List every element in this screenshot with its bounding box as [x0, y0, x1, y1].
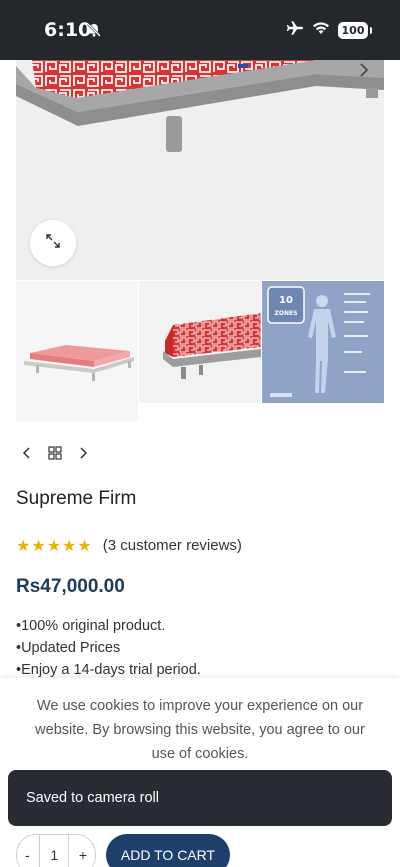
product-price: Rs47,000.00 — [16, 576, 125, 597]
status-bar: 6:10 100 — [0, 0, 400, 60]
bell-off-icon — [86, 22, 102, 38]
decrement-button[interactable]: - — [25, 847, 30, 863]
airplane-icon — [286, 20, 304, 41]
rating-row: ★★★★★ (3 customer reviews) — [16, 536, 242, 555]
increment-button[interactable]: + — [79, 847, 87, 863]
add-to-cart-button[interactable]: ADD TO CART — [106, 834, 230, 867]
star-rating: ★★★★★ — [16, 536, 93, 555]
thumbnail-ten-comfort-zones[interactable]: 10 ZONES — [262, 281, 384, 403]
review-count-link[interactable]: (3 customer reviews) — [103, 537, 242, 554]
gallery-navigation — [20, 446, 90, 460]
feature-item: Updated Prices — [16, 637, 201, 659]
zones-badge-number: 10 — [279, 295, 293, 306]
quantity-stepper: - 1 + — [16, 834, 96, 867]
quantity-value[interactable]: 1 — [39, 834, 70, 867]
battery-icon: 100 — [338, 22, 372, 39]
zones-badge-text: ZONES — [275, 310, 298, 317]
chevron-right-icon[interactable] — [76, 446, 90, 460]
grid-icon[interactable] — [48, 446, 62, 460]
expand-icon — [45, 233, 61, 254]
chevron-left-icon[interactable] — [20, 446, 34, 460]
feature-item: 100% original product. — [16, 615, 201, 637]
thumbnail-mattress-on-frame[interactable] — [16, 281, 138, 421]
feature-list: 100% original product. Updated Prices En… — [16, 615, 201, 681]
wifi-icon — [312, 21, 330, 40]
saved-toast: Saved to camera roll — [8, 770, 392, 826]
zoom-button[interactable] — [30, 220, 76, 266]
thumbnail-mattress-side-view[interactable] — [139, 281, 261, 403]
product-title: Supreme Firm — [16, 488, 137, 509]
next-image-chevron-icon[interactable] — [356, 62, 372, 78]
cookie-notice-text: We use cookies to improve your experienc… — [35, 698, 365, 762]
status-time: 6:10 — [44, 19, 92, 41]
